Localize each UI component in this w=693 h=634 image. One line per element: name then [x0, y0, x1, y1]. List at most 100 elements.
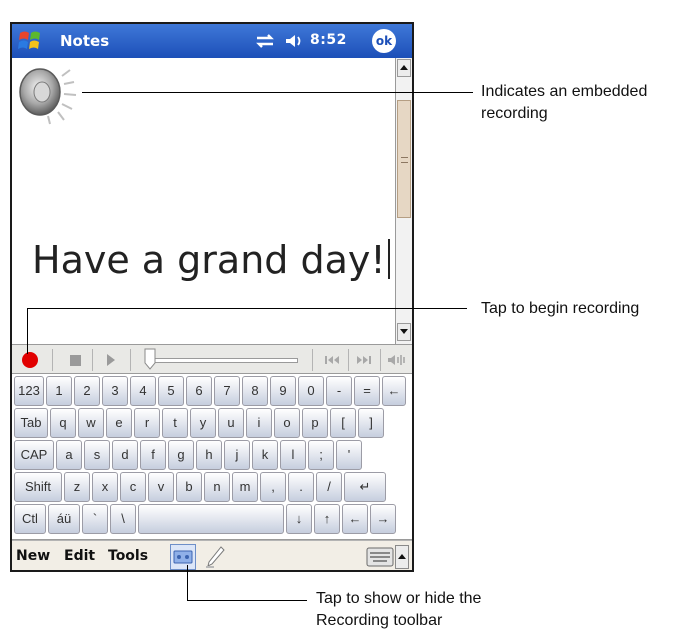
key[interactable]: 123	[14, 376, 44, 406]
windows-start-icon[interactable]	[16, 27, 44, 55]
toolbar-divider	[130, 349, 131, 371]
record-icon[interactable]	[22, 352, 38, 368]
key[interactable]: '	[336, 440, 362, 470]
key[interactable]: 4	[130, 376, 156, 406]
keyboard-row: CAP a s d f g h j k l; '	[14, 440, 362, 470]
key[interactable]: n	[204, 472, 230, 502]
key[interactable]: áü	[48, 504, 80, 534]
key[interactable]: CAP	[14, 440, 54, 470]
volume-icon[interactable]	[386, 352, 408, 368]
key[interactable]: 1	[46, 376, 72, 406]
play-icon[interactable]	[107, 354, 115, 366]
key[interactable]: i	[246, 408, 272, 438]
key[interactable]: \	[110, 504, 136, 534]
scroll-thumb[interactable]	[397, 100, 411, 218]
menu-new[interactable]: New	[16, 548, 50, 564]
key[interactable]: z	[64, 472, 90, 502]
key[interactable]: j	[224, 440, 250, 470]
key[interactable]: l	[280, 440, 306, 470]
key[interactable]: d	[112, 440, 138, 470]
key[interactable]: k	[252, 440, 278, 470]
input-selector-button[interactable]	[395, 545, 409, 569]
callout-leader-line	[27, 308, 28, 354]
vertical-scrollbar[interactable]	[395, 58, 412, 344]
key[interactable]: `	[82, 504, 108, 534]
key[interactable]: ↵	[344, 472, 386, 502]
key[interactable]: e	[106, 408, 132, 438]
stop-icon[interactable]	[70, 355, 81, 366]
keyboard-row: Shift z x c v b n m,. / ↵	[14, 472, 386, 502]
key[interactable]: 2	[74, 376, 100, 406]
key[interactable]: .	[288, 472, 314, 502]
keyboard-row: Tab q w e r t y u i o p[]	[14, 408, 384, 438]
connectivity-icon[interactable]	[254, 32, 276, 50]
key[interactable]: 0	[298, 376, 324, 406]
keyboard-icon[interactable]	[366, 547, 394, 567]
key[interactable]: -	[326, 376, 352, 406]
key[interactable]: [	[330, 408, 356, 438]
key[interactable]: g	[168, 440, 194, 470]
slider-thumb[interactable]	[144, 348, 156, 370]
speaker-recording-icon[interactable]	[14, 62, 92, 130]
key[interactable]: ↓	[286, 504, 312, 534]
callout-record: Tap to begin recording	[481, 300, 640, 317]
key[interactable]: ;	[308, 440, 334, 470]
key[interactable]: 3	[102, 376, 128, 406]
key[interactable]: 6	[186, 376, 212, 406]
callout-embedded-recording: Indicates an embedded recording	[481, 83, 648, 122]
key[interactable]: /	[316, 472, 342, 502]
key[interactable]: p	[302, 408, 328, 438]
key[interactable]: ]	[358, 408, 384, 438]
key[interactable]: r	[134, 408, 160, 438]
key[interactable]: ↑	[314, 504, 340, 534]
menu-edit[interactable]: Edit	[64, 548, 95, 564]
speaker-icon[interactable]	[284, 32, 306, 50]
key[interactable]: ←	[382, 376, 406, 406]
key[interactable]: Shift	[14, 472, 62, 502]
key[interactable]: x	[92, 472, 118, 502]
key[interactable]: ←	[342, 504, 368, 534]
skip-back-icon[interactable]	[322, 353, 342, 367]
callout-leader-line	[187, 600, 307, 601]
key[interactable]: 9	[270, 376, 296, 406]
key[interactable]: c	[120, 472, 146, 502]
callout-leader-line	[27, 308, 467, 309]
space-key[interactable]	[138, 504, 284, 534]
key[interactable]: Tab	[14, 408, 48, 438]
key[interactable]: o	[274, 408, 300, 438]
scroll-up-button[interactable]	[397, 59, 411, 77]
key[interactable]: b	[176, 472, 202, 502]
key[interactable]: t	[162, 408, 188, 438]
note-area[interactable]: Have a grand day!	[12, 58, 395, 344]
scroll-down-button[interactable]	[397, 323, 411, 341]
key[interactable]: q	[50, 408, 76, 438]
position-slider[interactable]	[148, 358, 298, 363]
key[interactable]: a	[56, 440, 82, 470]
key[interactable]: y	[190, 408, 216, 438]
recording-toolbar-toggle-button[interactable]	[170, 544, 196, 570]
toolbar-divider	[312, 349, 313, 371]
key[interactable]: →	[370, 504, 396, 534]
toolbar-divider	[348, 349, 349, 371]
pen-icon[interactable]	[204, 545, 226, 569]
callout-toggle-toolbar: Tap to show or hide the Recording toolba…	[316, 590, 482, 629]
key[interactable]: w	[78, 408, 104, 438]
key[interactable]: f	[140, 440, 166, 470]
key[interactable]: h	[196, 440, 222, 470]
menu-tools[interactable]: Tools	[108, 548, 148, 564]
key[interactable]: =	[354, 376, 380, 406]
key[interactable]: ,	[260, 472, 286, 502]
toolbar-divider	[380, 349, 381, 371]
key[interactable]: m	[232, 472, 258, 502]
clock[interactable]: 8:52	[310, 32, 347, 48]
key[interactable]: 8	[242, 376, 268, 406]
key[interactable]: Ctl	[14, 504, 46, 534]
key[interactable]: v	[148, 472, 174, 502]
key[interactable]: u	[218, 408, 244, 438]
skip-forward-icon[interactable]	[354, 353, 374, 367]
note-text[interactable]: Have a grand day!	[32, 238, 390, 282]
key[interactable]: 7	[214, 376, 240, 406]
ok-button[interactable]: ok	[372, 29, 396, 53]
key[interactable]: 5	[158, 376, 184, 406]
key[interactable]: s	[84, 440, 110, 470]
